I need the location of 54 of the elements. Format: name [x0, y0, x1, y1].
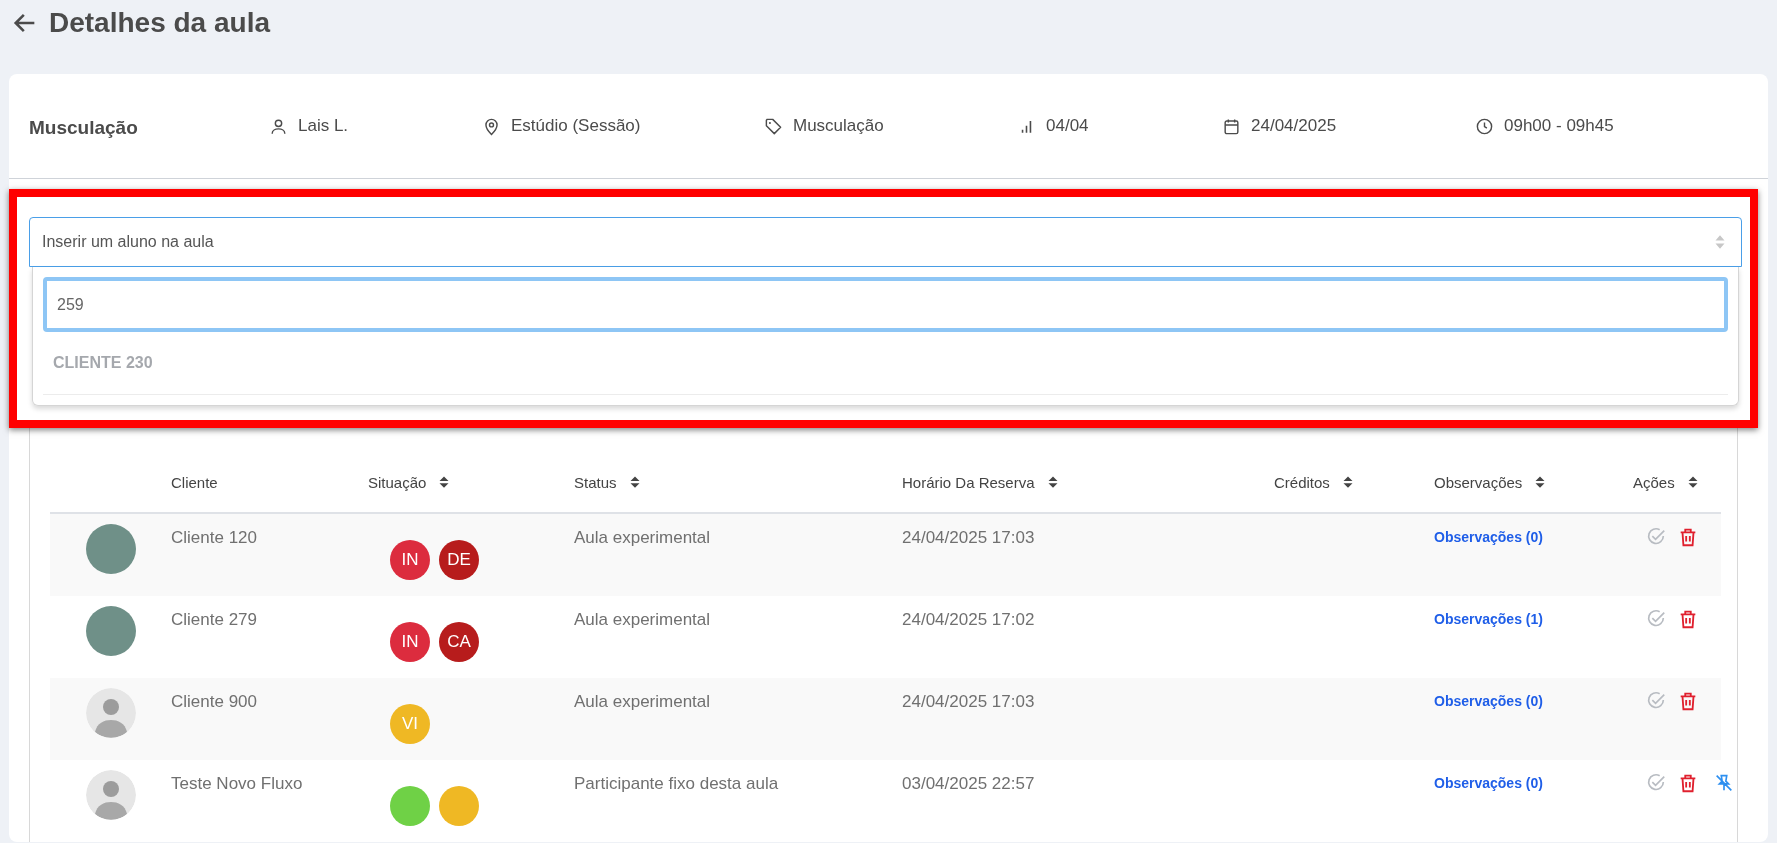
avatar	[85, 524, 136, 574]
class-detail: Musculação	[793, 116, 884, 136]
column-header: Status	[574, 473, 617, 491]
status-text: Aula experimental	[574, 528, 711, 548]
sort-icon[interactable]	[1046, 475, 1059, 489]
notes-link[interactable]: Observações (1)	[1434, 610, 1543, 627]
column-header: Cliente	[171, 473, 218, 491]
person-icon	[269, 116, 288, 136]
status-badge: IN	[390, 622, 430, 662]
column-header: Créditos	[1274, 473, 1330, 491]
column-header: Horário Da Reserva	[902, 473, 1035, 491]
status-text: Participante fixo desta aula	[574, 774, 779, 794]
client-name[interactable]: Cliente 279	[171, 610, 257, 630]
avatar-silhouette-icon	[85, 688, 136, 738]
status-text: Aula experimental	[574, 610, 711, 630]
class-detail: Lais L.	[298, 116, 349, 136]
avatar-silhouette-icon	[85, 770, 136, 820]
reservation-time: 24/04/2025 17:03	[902, 692, 1035, 712]
sort-icon[interactable]	[1341, 475, 1354, 489]
sort-icon[interactable]	[438, 475, 451, 489]
avatar	[85, 606, 136, 656]
class-detail: 09h00 - 09h45	[1504, 116, 1614, 136]
class-detail: Estúdio (Sessão)	[511, 116, 641, 136]
sort-icon[interactable]	[1534, 475, 1547, 489]
student-select[interactable]: Inserir um aluno na aula	[29, 217, 1742, 267]
notes-link[interactable]: Observações (0)	[1434, 692, 1543, 709]
clock-icon	[1475, 116, 1494, 136]
reservation-time: 24/04/2025 17:02	[902, 610, 1035, 630]
page-title: Detalhes da aula	[49, 7, 270, 39]
search-field[interactable]: 259	[43, 277, 1728, 332]
notes-link[interactable]: Observações (0)	[1434, 528, 1543, 545]
status-badge: VI	[390, 704, 430, 744]
tag-icon	[764, 116, 783, 136]
reservation-time: 24/04/2025 17:03	[902, 528, 1035, 548]
class-detail: 04/04	[1046, 116, 1089, 136]
status-badge: IN	[390, 540, 430, 580]
class-name: Musculação	[29, 116, 139, 139]
column-header: Situação	[368, 473, 427, 491]
column-header: Observações	[1434, 473, 1523, 491]
location-pin-icon	[482, 116, 501, 136]
sort-icon[interactable]	[1686, 475, 1699, 489]
reservation-time: 03/04/2025 22:57	[902, 774, 1035, 794]
sort-icon[interactable]	[628, 475, 641, 489]
client-name[interactable]: Cliente 120	[171, 528, 257, 548]
pin-off-icon[interactable]	[1713, 772, 1735, 794]
client-name[interactable]: Teste Novo Fluxo	[171, 774, 303, 794]
class-detail: 24/04/2025	[1251, 116, 1337, 136]
calendar-icon	[1222, 116, 1241, 136]
client-name[interactable]: Cliente 900	[171, 692, 257, 712]
status-badge: CA	[439, 622, 479, 662]
notes-link[interactable]: Observações (0)	[1434, 774, 1543, 791]
status-text: Aula experimental	[574, 692, 711, 712]
column-header: Ações	[1633, 473, 1675, 491]
status-badge: DE	[439, 540, 479, 580]
